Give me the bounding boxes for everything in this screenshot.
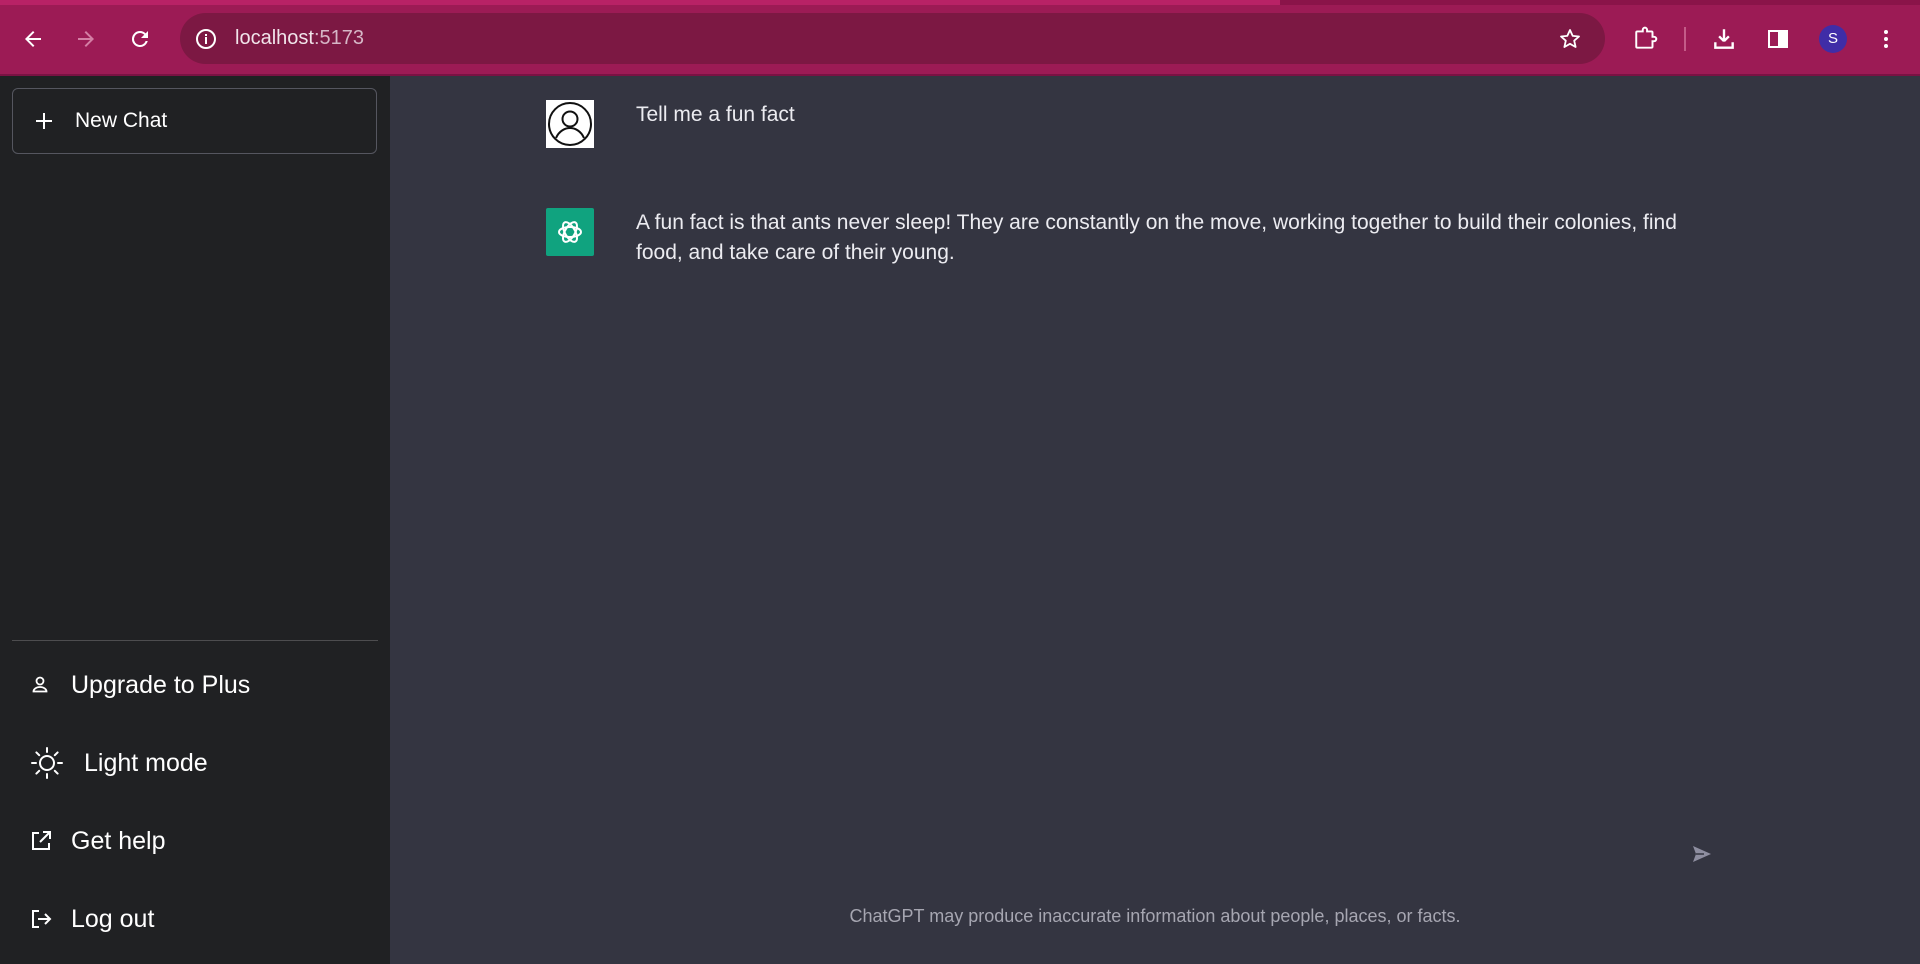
tab-strip <box>0 0 1920 5</box>
site-info-button[interactable] <box>192 25 219 52</box>
sidebar-item-label: Log out <box>71 904 155 933</box>
download-icon <box>1714 29 1734 49</box>
chrome-menu-button[interactable] <box>1868 21 1904 57</box>
plus-icon <box>33 110 55 132</box>
url-host: localhost <box>235 27 314 49</box>
reload-button[interactable] <box>122 21 158 57</box>
bookmark-button[interactable] <box>1556 25 1583 52</box>
message-text: Tell me a fun fact <box>636 103 795 126</box>
sidebar-item-label: Light mode <box>84 748 208 777</box>
side-panel-icon <box>1768 30 1788 48</box>
logout-icon <box>29 908 53 930</box>
sidebar-divider <box>12 640 378 641</box>
new-chat-button[interactable]: New Chat <box>12 88 377 154</box>
external-link-icon <box>29 830 53 852</box>
profile-avatar-button[interactable]: S <box>1819 25 1847 53</box>
chat-area: Tell me a fun fact A fun fact is that an… <box>390 76 1920 964</box>
sidebar: New Chat Upgrade to Plus Light mode Get … <box>0 76 390 964</box>
sidebar-item-light-mode[interactable]: Light mode <box>12 733 378 793</box>
info-icon <box>195 28 216 49</box>
sidebar-item-get-help[interactable]: Get help <box>12 811 378 871</box>
send-icon <box>1693 846 1711 862</box>
send-button[interactable] <box>1686 838 1718 870</box>
puzzle-icon <box>1635 26 1658 49</box>
active-tab-edge[interactable] <box>0 0 1280 5</box>
extensions-button[interactable] <box>1628 21 1664 57</box>
url-text[interactable]: localhost:5173 <box>235 13 364 64</box>
side-panel-button[interactable] <box>1760 21 1796 57</box>
toolbar-divider <box>1684 27 1686 51</box>
address-bar[interactable]: localhost:5173 <box>180 13 1605 64</box>
forward-button[interactable] <box>68 21 104 57</box>
disclaimer-text: ChatGPT may produce inaccurate informati… <box>849 906 1461 926</box>
sidebar-item-log-out[interactable]: Log out <box>12 889 378 949</box>
more-vert-icon <box>1884 30 1888 48</box>
downloads-button[interactable] <box>1706 21 1742 57</box>
back-button[interactable] <box>15 21 51 57</box>
url-port: :5173 <box>313 27 364 49</box>
sidebar-item-label: Get help <box>71 826 166 855</box>
sidebar-item-upgrade[interactable]: Upgrade to Plus <box>12 655 378 715</box>
sidebar-item-label: Upgrade to Plus <box>71 670 251 699</box>
new-chat-label: New Chat <box>75 109 168 132</box>
message-assistant: A fun fact is that ants never sleep! The… <box>546 208 1746 278</box>
sun-icon <box>29 746 65 780</box>
message-user: Tell me a fun fact <box>546 100 1746 150</box>
star-icon <box>1559 28 1580 48</box>
user-avatar-icon <box>546 100 594 148</box>
reload-icon <box>131 30 148 47</box>
message-text: A fun fact is that ants never sleep! The… <box>636 211 1677 264</box>
arrow-left-icon <box>25 31 41 47</box>
user-icon <box>29 675 51 695</box>
openai-logo-icon <box>546 208 594 256</box>
arrow-right-icon <box>78 31 94 47</box>
browser-toolbar: localhost:5173 S <box>0 0 1920 76</box>
